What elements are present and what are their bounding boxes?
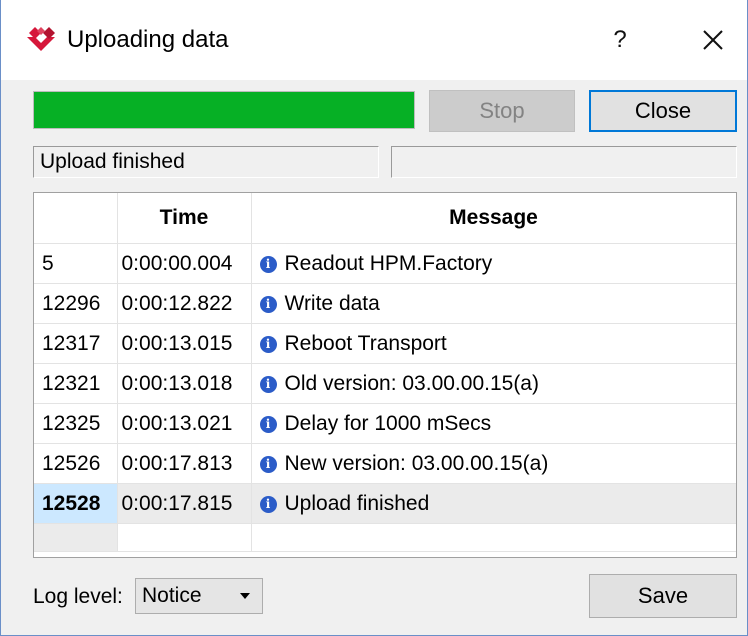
help-button[interactable]: ? [597,20,643,60]
log-row-message-cell: i Reboot Transport [251,323,736,364]
info-icon: i [259,455,277,473]
log-row-time: 0:00:17.813 [117,443,252,484]
status-text: Upload finished [33,146,379,178]
log-row-time: 0:00:12.822 [117,283,252,324]
log-row-id: 12321 [34,363,118,404]
info-icon: i [259,295,277,313]
stop-button[interactable]: Stop [429,90,575,132]
window-title: Uploading data [67,26,229,53]
log-row-time: 0:00:13.018 [117,363,252,404]
info-icon: i [259,255,277,273]
log-row[interactable]: 12321 0:00:13.018 i Old version: 03.00.00.1… [34,363,736,404]
title-bar: Uploading data ? [1,0,747,80]
log-row-message: Delay for 1000 mSecs [284,411,492,435]
log-row-id: 12325 [34,403,118,444]
log-row-id: 5 [34,243,118,284]
log-row-message: Reboot Transport [284,331,447,355]
log-header-row: Time Message [34,193,736,244]
log-row-message-cell: i Write data [251,283,736,324]
log-empty-cell [34,523,118,552]
log-row[interactable]: 12325 0:00:13.021 i Delay for 1000 mSecs [34,403,736,444]
log-row-id: 12296 [34,283,118,324]
info-icon: i [259,375,277,393]
log-row-message-cell: i Upload finished [251,483,736,524]
log-row-time: 0:00:00.004 [117,243,252,284]
log-empty-cell [117,523,252,552]
log-row[interactable]: 12528 0:00:17.815 i Upload finished [34,483,736,524]
log-level-label: Log level: [33,585,123,608]
log-row-message: Old version: 03.00.00.15(a) [284,371,539,395]
log-row-time: 0:00:17.815 [117,483,252,524]
chevron-down-icon [240,593,250,599]
save-button[interactable]: Save [589,574,737,618]
log-row[interactable]: 12296 0:00:12.822 i Write data [34,283,736,324]
app-logo-icon [27,27,55,51]
log-row-message: Write data [284,291,380,315]
column-header-id[interactable] [34,193,118,244]
progress-fill [34,92,414,128]
column-header-message[interactable]: Message [251,193,736,244]
log-row[interactable]: 12317 0:00:13.015 i Reboot Transport [34,323,736,364]
info-icon: i [259,495,277,513]
log-empty-cell [251,523,736,552]
upload-progress-bar [33,91,415,129]
close-icon[interactable] [691,20,735,60]
log-row-message-cell: i New version: 03.00.00.15(a) [251,443,736,484]
log-row-id: 12528 [34,483,118,524]
log-level-value: Notice [142,584,202,607]
log-row-message-cell: i Readout HPM.Factory [251,243,736,284]
log-row-time: 0:00:13.015 [117,323,252,364]
close-button[interactable]: Close [589,90,737,132]
upload-dialog: Uploading data ? Stop Close Upload finis… [0,0,748,636]
log-table[interactable]: Time Message 5 0:00:00.004 i Readout HPM.Fa… [33,192,737,558]
log-empty-row [34,523,736,552]
status-text-secondary [391,146,737,178]
log-row-message: Upload finished [284,491,430,515]
log-row-id: 12526 [34,443,118,484]
log-row-time: 0:00:13.021 [117,403,252,444]
log-row-message: Readout HPM.Factory [284,251,493,275]
log-row-message-cell: i Delay for 1000 mSecs [251,403,736,444]
log-row[interactable]: 5 0:00:00.004 i Readout HPM.Factory [34,243,736,284]
log-level-dropdown[interactable]: Notice [135,578,263,614]
info-icon: i [259,335,277,353]
log-row-message-cell: i Old version: 03.00.00.15(a) [251,363,736,404]
log-row-message: New version: 03.00.00.15(a) [284,451,549,475]
column-header-time[interactable]: Time [117,193,252,244]
log-row[interactable]: 12526 0:00:17.813 i New version: 03.00.00.1… [34,443,736,484]
info-icon: i [259,415,277,433]
log-row-id: 12317 [34,323,118,364]
